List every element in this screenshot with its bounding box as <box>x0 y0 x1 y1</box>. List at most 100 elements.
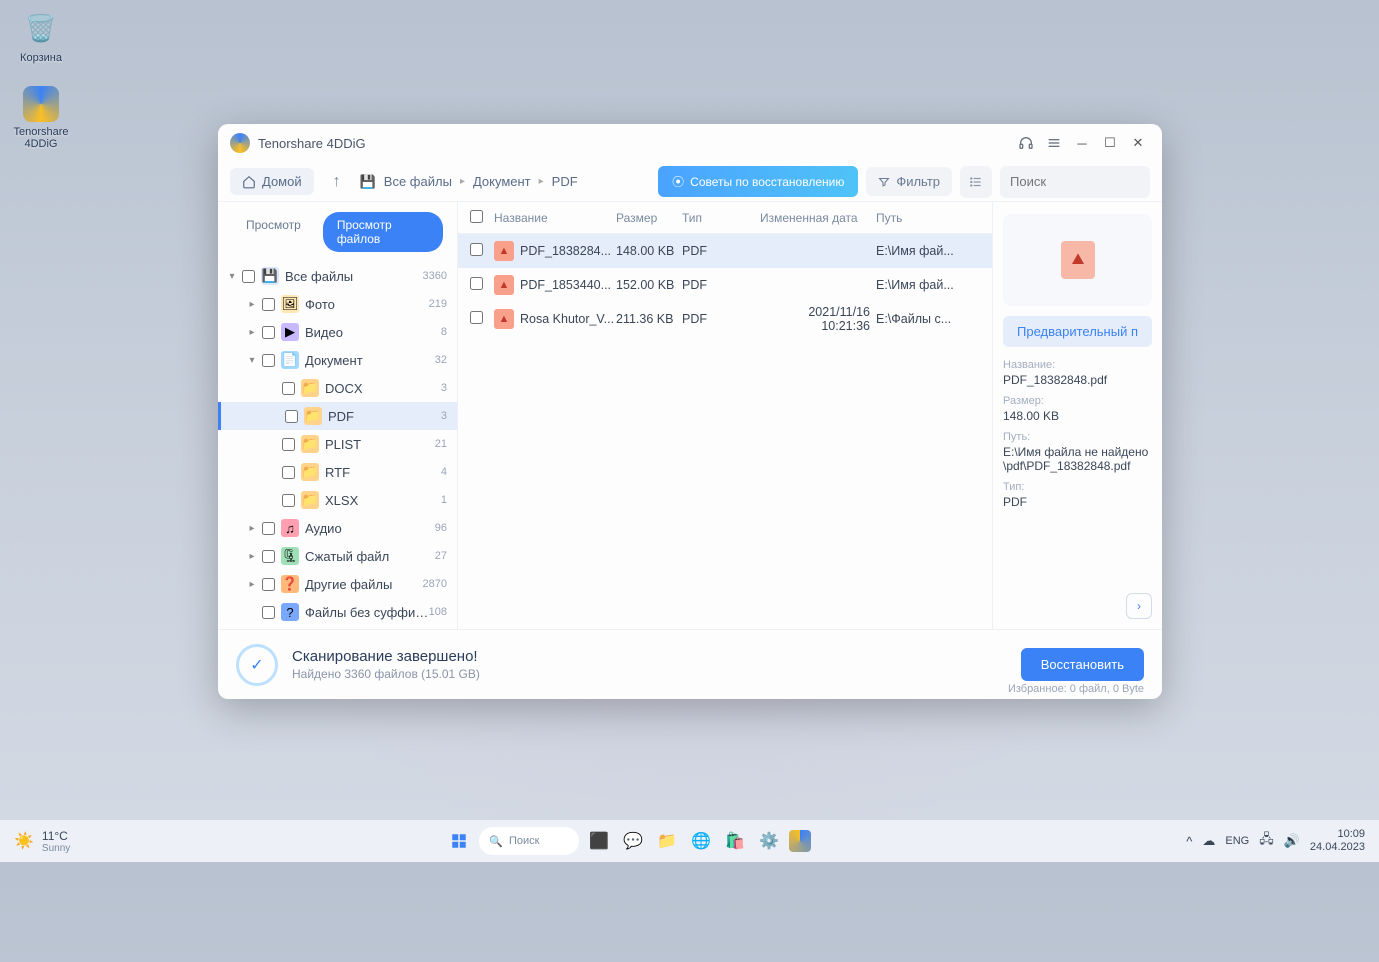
status-title: Сканирование завершено! <box>292 648 480 665</box>
expand-icon[interactable]: ▸ <box>246 523 258 534</box>
tree-item-count: 2870 <box>423 578 447 590</box>
breadcrumb-all-files[interactable]: Все файлы <box>384 174 452 189</box>
meta-path-value: E:\Имя файла не найдено\pdf\PDF_18382848… <box>1003 445 1152 473</box>
breadcrumb-pdf[interactable]: PDF <box>552 174 578 189</box>
tree-item-pdf[interactable]: 📁PDF3 <box>218 402 457 430</box>
tab-preview[interactable]: Просмотр <box>232 212 315 252</box>
desktop-recycle-bin[interactable]: 🗑️ Корзина <box>6 8 76 64</box>
tree-item-checkbox[interactable] <box>282 382 295 395</box>
app-window: Tenorshare 4DDiG ─ ☐ ✕ Домой ↑ 💾 Все фай… <box>218 124 1162 699</box>
tree-item-label: Видео <box>305 325 441 340</box>
tree-item-checkbox[interactable] <box>285 410 298 423</box>
folder-icon: 📁 <box>304 407 322 425</box>
tray-onedrive-icon[interactable]: ☁ <box>1202 833 1215 849</box>
tree-item-rtf[interactable]: 📁RTF4 <box>218 458 457 486</box>
tree-item-checkbox[interactable] <box>262 354 275 367</box>
tree-item-checkbox[interactable] <box>282 438 295 451</box>
tree-item-файлы-без-суффикса[interactable]: ?Файлы без суффикса108 <box>218 598 457 626</box>
tree-item-фото[interactable]: ▸🖼Фото219 <box>218 290 457 318</box>
select-all-checkbox[interactable] <box>470 210 483 223</box>
breadcrumb-document[interactable]: Документ <box>473 174 531 189</box>
tree-item-docx[interactable]: 📁DOCX3 <box>218 374 457 402</box>
tree-item-документ[interactable]: ▾📄Документ32 <box>218 346 457 374</box>
tree-item-checkbox[interactable] <box>262 606 275 619</box>
expand-icon[interactable]: ▾ <box>246 355 258 366</box>
file-row-checkbox[interactable] <box>470 277 483 290</box>
file-row-checkbox[interactable] <box>470 243 483 256</box>
column-path[interactable]: Путь <box>876 211 992 225</box>
tray-network-icon[interactable]: 🖧 <box>1259 830 1274 852</box>
search-box[interactable] <box>1000 166 1150 198</box>
taskbar-weather[interactable]: ☀️ 11°C Sunny <box>14 829 70 854</box>
column-name[interactable]: Название <box>494 211 616 225</box>
tree-item-count: 27 <box>435 550 447 562</box>
file-size: 211.36 KB <box>616 312 682 326</box>
tree-item-xlsx[interactable]: 📁XLSX1 <box>218 486 457 514</box>
expand-icon[interactable]: ▸ <box>246 579 258 590</box>
tree-item-сжатый-файл[interactable]: ▸🗜Сжатый файл27 <box>218 542 457 570</box>
maximize-button[interactable]: ☐ <box>1096 129 1124 157</box>
recovery-tips-button[interactable]: ⦿ Советы по восстановлению <box>658 166 858 197</box>
file-row[interactable]: ▲Rosa Khutor_V...211.36 KBPDF2021/11/16 … <box>458 302 992 336</box>
tree-item-plist[interactable]: 📁PLIST21 <box>218 430 457 458</box>
taskbar-task-view[interactable]: ⬛ <box>585 827 613 855</box>
tree-item-checkbox[interactable] <box>262 550 275 563</box>
list-view-button[interactable] <box>960 166 992 198</box>
column-date[interactable]: Измененная дата <box>760 211 876 225</box>
filter-button[interactable]: Фильтр <box>866 167 952 196</box>
expand-icon[interactable]: ▾ <box>226 271 238 282</box>
taskbar-settings[interactable]: ⚙️ <box>755 827 783 855</box>
taskbar-explorer[interactable]: 📁 <box>653 827 681 855</box>
taskbar-store[interactable]: 🛍️ <box>721 827 749 855</box>
column-type[interactable]: Тип <box>682 211 760 225</box>
tab-file-view[interactable]: Просмотр файлов <box>323 212 443 252</box>
preview-button[interactable]: Предварительный п <box>1003 316 1152 347</box>
folder-icon: ❓ <box>281 575 299 593</box>
taskbar-chat[interactable]: 💬 <box>619 827 647 855</box>
tray-volume-icon[interactable]: 🔊 <box>1284 833 1300 849</box>
tree-item-checkbox[interactable] <box>262 522 275 535</box>
tree-item-count: 3 <box>441 410 447 422</box>
taskbar-edge[interactable]: 🌐 <box>687 827 715 855</box>
file-row[interactable]: ▲PDF_1853440...152.00 KBPDFE:\Имя фай... <box>458 268 992 302</box>
taskbar-4ddig[interactable] <box>789 830 811 852</box>
file-row[interactable]: ▲PDF_1838284...148.00 KBPDFE:\Имя фай... <box>458 234 992 268</box>
search-input[interactable] <box>1010 174 1162 189</box>
tree-item-аудио[interactable]: ▸♫Аудио96 <box>218 514 457 542</box>
column-size[interactable]: Размер <box>616 211 682 225</box>
tree-item-checkbox[interactable] <box>282 494 295 507</box>
desktop-app-shortcut[interactable]: Tenorshare 4DDiG <box>6 86 76 150</box>
tray-clock[interactable]: 10:09 24.04.2023 <box>1310 828 1365 854</box>
tray-language[interactable]: ENG <box>1225 835 1249 847</box>
tree-item-checkbox[interactable] <box>242 270 255 283</box>
home-button[interactable]: Домой <box>230 168 314 195</box>
expand-icon[interactable]: ▸ <box>246 299 258 310</box>
tree-item-checkbox[interactable] <box>262 298 275 311</box>
tree-item-все-файлы[interactable]: ▾💾Все файлы3360 <box>218 262 457 290</box>
start-button[interactable] <box>445 827 473 855</box>
file-size: 148.00 KB <box>616 244 682 258</box>
file-tree: ▾💾Все файлы3360▸🖼Фото219▸▶Видео8▾📄Докуме… <box>218 262 457 629</box>
tree-item-checkbox[interactable] <box>262 326 275 339</box>
tree-item-checkbox[interactable] <box>282 466 295 479</box>
next-button[interactable]: › <box>1126 593 1152 619</box>
close-button[interactable]: ✕ <box>1124 129 1152 157</box>
recover-button[interactable]: Восстановить <box>1021 648 1144 681</box>
taskbar-search[interactable]: 🔍 Поиск <box>479 827 579 855</box>
file-row-checkbox[interactable] <box>470 311 483 324</box>
headphones-icon[interactable] <box>1012 129 1040 157</box>
tree-item-checkbox[interactable] <box>262 578 275 591</box>
tray-chevron-icon[interactable]: ^ <box>1186 834 1192 849</box>
pdf-icon <box>1061 241 1095 279</box>
folder-icon: 🖼 <box>281 295 299 313</box>
menu-icon[interactable] <box>1040 129 1068 157</box>
tree-item-видео[interactable]: ▸▶Видео8 <box>218 318 457 346</box>
file-size: 152.00 KB <box>616 278 682 292</box>
tree-item-другие-файлы[interactable]: ▸❓Другие файлы2870 <box>218 570 457 598</box>
expand-icon[interactable]: ▸ <box>246 327 258 338</box>
folder-icon: ▶ <box>281 323 299 341</box>
expand-icon[interactable]: ▸ <box>246 551 258 562</box>
minimize-button[interactable]: ─ <box>1068 129 1096 157</box>
tree-item-label: XLSX <box>325 493 441 508</box>
up-button[interactable]: ↑ <box>322 167 352 197</box>
